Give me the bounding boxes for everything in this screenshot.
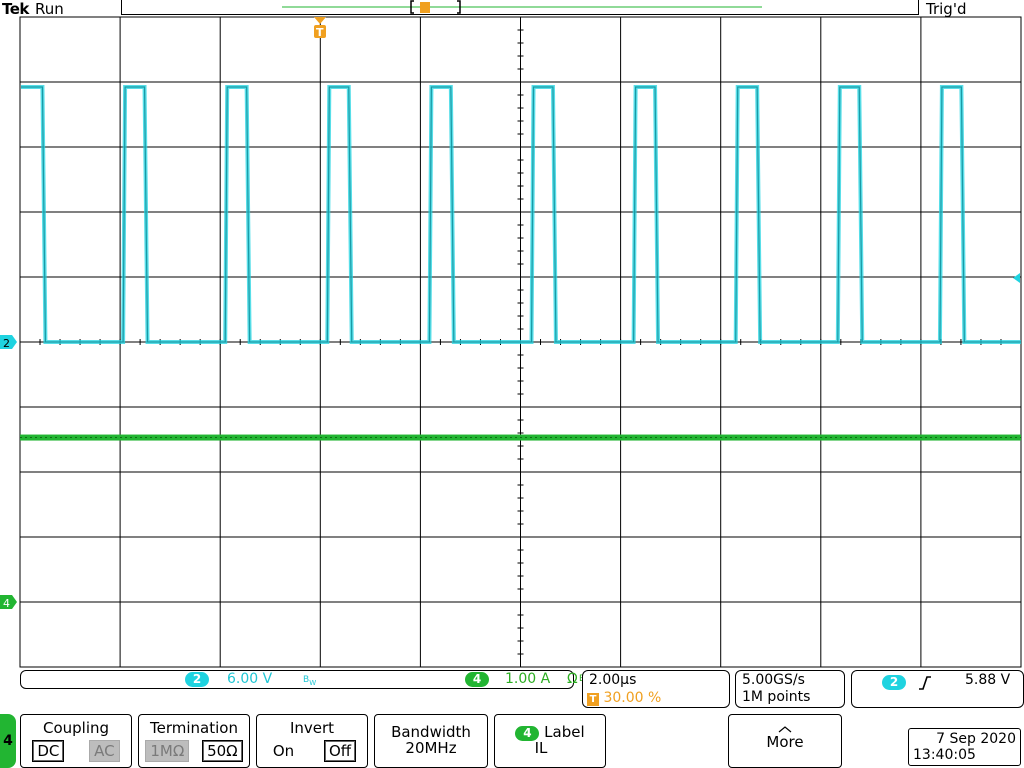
bandwidth-button[interactable]: Bandwidth 20MHz xyxy=(374,714,488,768)
ch2-scale[interactable]: 6.00 V xyxy=(227,671,272,687)
datetime-readout: 7 Sep 2020 13:40:05 xyxy=(908,728,1021,766)
rising-edge-icon xyxy=(919,676,931,690)
date: 7 Sep 2020 xyxy=(936,731,1016,747)
trigger-position-marker: T xyxy=(314,17,326,39)
record-trigger-icon xyxy=(420,2,430,13)
ch4-ground-marker: 4 xyxy=(0,595,17,610)
horizontal-scale: 2.00µs xyxy=(589,672,637,688)
termination-button[interactable]: Termination 1MΩ 50Ω xyxy=(138,714,250,768)
ch2-badge[interactable]: 2 xyxy=(185,672,209,687)
trigger-position-value: 30.00 % xyxy=(603,690,662,706)
label-title: Label xyxy=(544,723,585,741)
more-label: More xyxy=(766,733,804,751)
trigger-readout[interactable]: 2 5.88 V xyxy=(851,670,1024,708)
trigger-level-arrow xyxy=(1013,273,1020,283)
termination-50ohm-option[interactable]: 50Ω xyxy=(202,740,243,762)
trigger-position-arrow xyxy=(314,17,326,24)
ch4-badge[interactable]: 4 xyxy=(465,672,489,687)
invert-on-option[interactable]: On xyxy=(267,740,300,762)
coupling-button[interactable]: Coupling DC AC xyxy=(20,714,132,768)
trigger-source-badge: 2 xyxy=(882,675,906,690)
ch4-ground-marker-label: 4 xyxy=(3,597,10,610)
invert-off-option[interactable]: Off xyxy=(323,740,357,762)
termination-1mohm-option[interactable]: 1MΩ xyxy=(145,740,190,762)
timebase-readout[interactable]: 2.00µs T 30.00 % xyxy=(582,670,730,708)
ch2-bandwidth-limit-icon: BW xyxy=(303,675,317,687)
acquisition-readout[interactable]: 5.00GS/s 1M points xyxy=(735,670,845,708)
invert-button[interactable]: Invert On Off xyxy=(256,714,368,768)
trigger-position-icon: T xyxy=(587,693,599,706)
waveform-graticule: 2 4 T xyxy=(0,0,1022,668)
sample-rate: 5.00GS/s xyxy=(742,672,805,688)
label-value: IL xyxy=(534,739,548,757)
bandwidth-value: 20MHz xyxy=(405,739,457,757)
invert-label: Invert xyxy=(289,719,335,737)
trigger-level: 5.88 V xyxy=(965,672,1011,688)
chevron-up-icon xyxy=(778,726,792,733)
ch4-termination-icon: Ω xyxy=(567,671,578,687)
markers: 2 4 T xyxy=(0,0,1020,610)
ch4-scale[interactable]: 1.00 A xyxy=(505,671,550,687)
time: 13:40:05 xyxy=(913,747,976,763)
termination-label: Termination xyxy=(150,719,238,737)
channel-menu-tab[interactable]: 4 xyxy=(0,714,16,768)
record-length: 1M points xyxy=(742,689,811,705)
coupling-ac-option[interactable]: AC xyxy=(89,740,120,762)
channel-status-bar: 2 6.00 V BW 4 1.00 A Ω BW xyxy=(20,670,592,689)
ch2-ground-marker-label: 2 xyxy=(3,337,10,350)
more-button[interactable]: More xyxy=(728,714,842,768)
label-button[interactable]: 4 Label IL xyxy=(494,714,606,768)
ch2-ground-marker: 2 xyxy=(0,335,17,350)
coupling-dc-option[interactable]: DC xyxy=(32,740,65,762)
trigger-position: T 30.00 % xyxy=(587,690,661,706)
coupling-label: Coupling xyxy=(42,719,110,737)
trigger-position-label: T xyxy=(316,26,324,39)
